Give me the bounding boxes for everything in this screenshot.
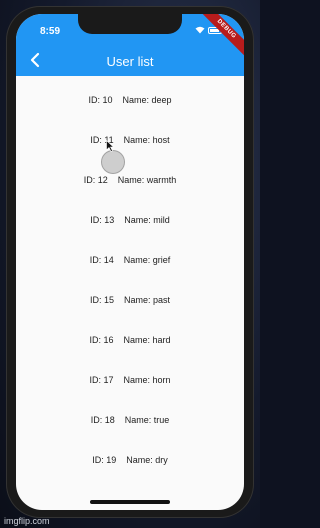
list-item[interactable]: ID: 10 Name: deep	[16, 85, 244, 115]
stage: 8:59 DEBUG User list ID: 10 Name: deep I…	[0, 0, 260, 528]
phone-frame: 8:59 DEBUG User list ID: 10 Name: deep I…	[6, 6, 254, 518]
list-item[interactable]: ID: 15 Name: past	[16, 285, 244, 315]
user-name: Name: warmth	[117, 175, 177, 185]
app-screen: 8:59 DEBUG User list ID: 10 Name: deep I…	[16, 14, 244, 510]
user-name: Name: hard	[123, 335, 171, 345]
user-id: ID: 10	[88, 95, 113, 105]
user-id: ID: 14	[89, 255, 114, 265]
page-title: User list	[106, 54, 154, 69]
user-name: Name: dry	[126, 455, 168, 465]
user-id: ID: 16	[89, 335, 114, 345]
user-name: Name: past	[123, 295, 171, 305]
user-id: ID: 13	[90, 215, 115, 225]
list-item[interactable]: ID: 19 Name: dry	[16, 445, 244, 475]
app-bar: 8:59 DEBUG User list	[16, 14, 244, 76]
user-name: Name: true	[124, 415, 170, 425]
user-id: ID: 17	[89, 375, 114, 385]
user-name: Name: mild	[124, 215, 170, 225]
cursor-icon	[106, 140, 114, 152]
user-id: ID: 15	[89, 295, 114, 305]
user-id: ID: 19	[92, 455, 117, 465]
list-item[interactable]: ID: 16 Name: hard	[16, 325, 244, 355]
user-id: ID: 18	[90, 415, 115, 425]
device-notch	[78, 14, 182, 34]
wifi-icon	[195, 26, 205, 34]
user-name: Name: host	[123, 135, 170, 145]
user-name: Name: horn	[123, 375, 171, 385]
list-item[interactable]: ID: 11 Name: host	[16, 125, 244, 155]
list-item[interactable]: ID: 17 Name: horn	[16, 365, 244, 395]
list-item[interactable]: ID: 18 Name: true	[16, 405, 244, 435]
user-id: ID: 12	[83, 175, 108, 185]
list-item[interactable]: ID: 13 Name: mild	[16, 205, 244, 235]
list-item[interactable]: ID: 14 Name: grief	[16, 245, 244, 275]
list-item[interactable]: ID: 12 Name: warmth	[16, 165, 244, 195]
user-name: Name: grief	[123, 255, 171, 265]
watermark: imgflip.com	[4, 516, 50, 526]
status-time: 8:59	[40, 26, 61, 37]
user-name: Name: deep	[122, 95, 172, 105]
home-indicator[interactable]	[90, 500, 170, 504]
touch-indicator	[101, 150, 125, 174]
